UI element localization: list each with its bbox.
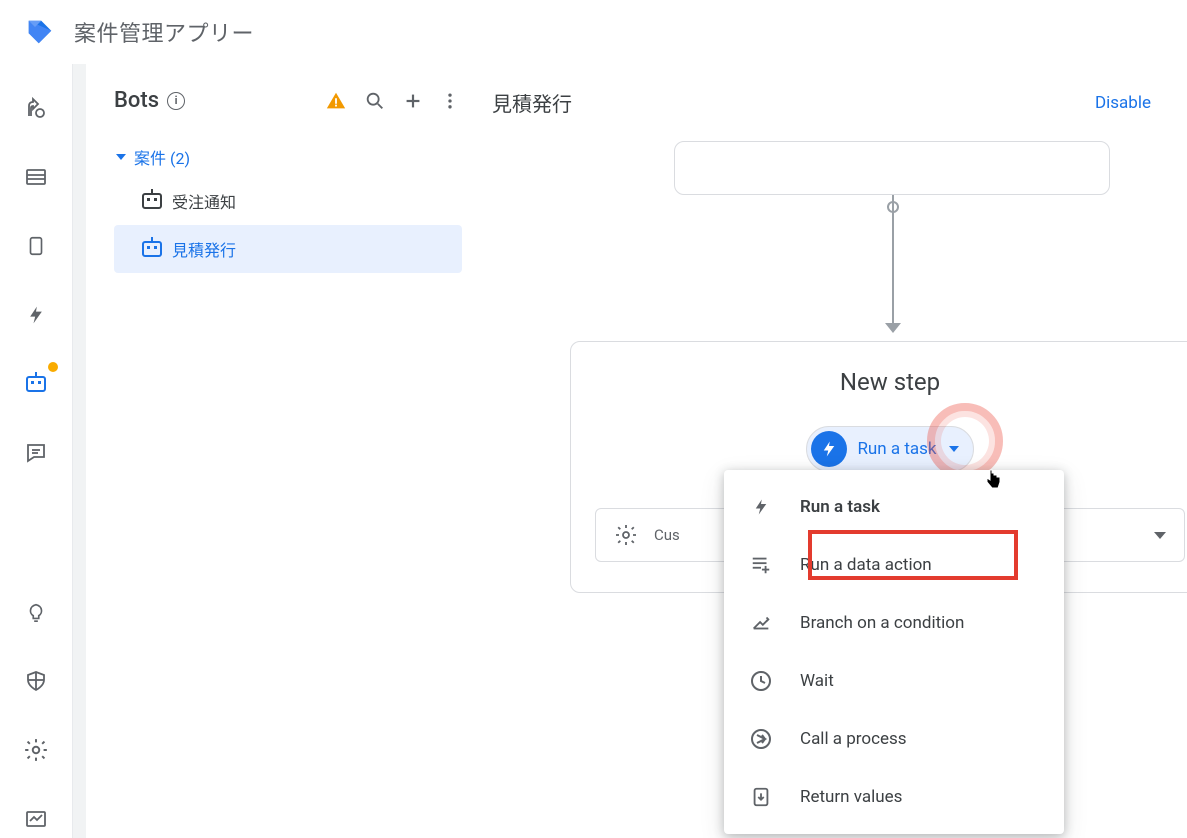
bots-header: Bots i: [114, 88, 468, 113]
rail-intelligence-icon[interactable]: [16, 592, 56, 631]
dropdown-label: Return values: [800, 787, 902, 807]
info-icon[interactable]: i: [167, 92, 185, 110]
return-values-icon: [748, 784, 774, 810]
main-header: 見積発行 Disable: [492, 88, 1151, 117]
more-icon[interactable]: [440, 90, 460, 112]
search-icon[interactable]: [364, 90, 386, 112]
run-a-task-chip[interactable]: Run a task: [806, 426, 973, 472]
rail-views-icon[interactable]: [16, 226, 56, 265]
rail-security-icon[interactable]: [16, 661, 56, 700]
gear-icon: [614, 523, 638, 547]
caret-down-icon: [116, 154, 126, 160]
automation-notification-dot: [48, 362, 58, 372]
tree-item-label: 見積発行: [172, 237, 236, 261]
tree-parent[interactable]: 案件 (2): [114, 137, 468, 177]
new-step-title: New step: [595, 368, 1185, 396]
rail-chat-icon[interactable]: [16, 433, 56, 472]
dropdown-item-run-data-action[interactable]: Run a data action: [724, 536, 1064, 594]
dropdown-item-wait[interactable]: Wait: [724, 652, 1064, 710]
dropdown-item-return-values[interactable]: Return values: [724, 768, 1064, 826]
rail-automation-icon[interactable]: [16, 364, 56, 403]
bolt-icon: [811, 431, 847, 467]
rail-actions-icon[interactable]: [16, 295, 56, 334]
connector-arrow: [885, 323, 901, 333]
call-process-icon: [748, 726, 774, 752]
appsheet-logo[interactable]: [24, 16, 56, 48]
warning-icon[interactable]: [324, 90, 348, 112]
tree-item-bot-1[interactable]: 見積発行: [114, 225, 462, 273]
click-highlight: [927, 403, 1003, 479]
dropdown-label: Call a process: [800, 729, 907, 749]
step-type-dropdown: Run a task Run a data action Branch on a…: [724, 470, 1064, 834]
chip-label: Run a task: [857, 439, 936, 459]
custom-label: Cus: [654, 526, 680, 544]
data-add-icon: [748, 552, 774, 578]
bolt-icon: [748, 494, 774, 520]
bot-icon: [142, 193, 162, 209]
tree-parent-label: 案件 (2): [134, 145, 190, 169]
dropdown-item-branch[interactable]: Branch on a condition: [724, 594, 1064, 652]
dropdown-item-call-process[interactable]: Call a process: [724, 710, 1064, 768]
dropdown-label: Run a task: [800, 497, 880, 517]
rail-home-icon[interactable]: [16, 88, 56, 127]
app-title: 案件管理アプリー: [74, 16, 254, 48]
dropdown-label: Wait: [800, 671, 834, 691]
chevron-down-icon: [949, 446, 959, 452]
bots-title: Bots: [114, 88, 159, 113]
connector-line: [892, 195, 894, 325]
tree-item-label: 受注通知: [172, 189, 236, 213]
rail-data-icon[interactable]: [16, 157, 56, 196]
bots-panel: Bots i 案件 (2) 受注通知 見積発行: [86, 64, 476, 838]
dropdown-item-run-task[interactable]: Run a task: [724, 478, 1064, 536]
add-icon[interactable]: [402, 90, 424, 112]
app-header: 案件管理アプリー: [0, 0, 1187, 64]
chevron-down-icon: [1154, 532, 1166, 539]
branch-icon: [748, 610, 774, 636]
dropdown-label: Branch on a condition: [800, 613, 964, 633]
previous-step-node[interactable]: [674, 141, 1110, 195]
disable-button[interactable]: Disable: [1095, 93, 1151, 113]
panel-divider[interactable]: [72, 64, 86, 838]
bot-detail-title: 見積発行: [492, 88, 572, 117]
tree-item-bot-0[interactable]: 受注通知: [114, 177, 462, 225]
left-nav-rail: [0, 64, 72, 838]
dropdown-label: Run a data action: [800, 555, 932, 575]
rail-manage-icon[interactable]: [16, 799, 56, 838]
clock-icon: [748, 668, 774, 694]
bot-icon: [142, 241, 162, 257]
rail-settings-icon[interactable]: [16, 730, 56, 769]
